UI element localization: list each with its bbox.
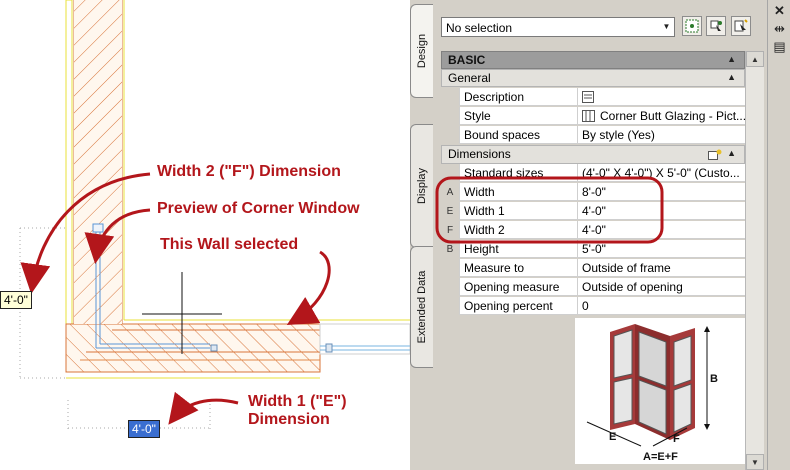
property-letter [441, 164, 459, 183]
palette-title-bar: ✕ ⇹ ▤ [767, 0, 790, 470]
property-label: Measure to [459, 259, 577, 277]
property-value[interactable]: 4'-0" [577, 202, 745, 220]
wall-selected-annotation: This Wall selected [160, 236, 299, 253]
property-label: Width 2 [459, 221, 577, 239]
property-value[interactable]: 5'-0" [577, 240, 745, 258]
select-objects-icon [734, 19, 748, 32]
quick-select-icon [685, 19, 699, 33]
property-value[interactable]: 0 [577, 297, 745, 315]
property-value[interactable]: (4'-0" X 4'-0") X 5'-0" (Custo... [577, 164, 745, 182]
palette-scrollbar[interactable]: ▲ ▼ [745, 51, 764, 470]
dimensions-section-header[interactable]: Dimensions ▲ [441, 145, 745, 164]
property-row-dimension[interactable]: Measure to Outside of frame [441, 259, 745, 278]
collapse-icon: ▲ [727, 54, 736, 64]
properties-menu-icon[interactable]: ▤ [772, 40, 787, 54]
tab-design[interactable]: Design [410, 4, 433, 98]
property-row-dimension[interactable]: E Width 1 4'-0" [441, 202, 745, 221]
property-value[interactable]: By style (Yes) [577, 126, 745, 144]
diagram-label-f: F [673, 433, 680, 445]
property-label: Width [459, 183, 577, 201]
dimensions-section-label: Dimensions [448, 147, 511, 161]
width1-annotation-line1: Width 1 ("E") [248, 393, 347, 410]
quick-select-button[interactable] [682, 16, 702, 36]
dimension-help-icon [708, 149, 722, 160]
selection-dropdown-value: No selection [446, 21, 513, 35]
property-label: Bound spaces [459, 126, 577, 144]
property-row-dimension[interactable]: Standard sizes (4'-0" X 4'-0") X 5'-0" (C… [441, 164, 745, 183]
property-row-dimension[interactable]: A Width 8'-0" [441, 183, 745, 202]
style-icon [582, 110, 595, 122]
diagram-label-e: E [609, 431, 616, 443]
dimension-input-bottom[interactable]: 4'-0" [128, 420, 160, 438]
property-label: Opening measure [459, 278, 577, 296]
description-edit-icon [582, 91, 594, 103]
property-letter [441, 297, 459, 316]
dimension-input-left[interactable]: 4'-0" [0, 291, 32, 309]
scroll-up-arrow[interactable]: ▲ [746, 51, 764, 67]
property-label: Description [459, 88, 577, 106]
close-icon[interactable]: ✕ [772, 4, 787, 18]
chevron-down-icon: ▼ [662, 22, 671, 31]
property-value[interactable]: 4'-0" [577, 221, 745, 239]
property-row-bound-spaces[interactable]: Bound spaces By style (Yes) [441, 126, 745, 145]
property-row-dimension[interactable]: F Width 2 4'-0" [441, 221, 745, 240]
tab-extended-data[interactable]: Extended Data [410, 246, 433, 368]
property-value[interactable]: Outside of frame [577, 259, 745, 277]
collapse-icon: ▲ [727, 148, 736, 158]
property-row-description[interactable]: Description [441, 88, 745, 107]
pick-add-icon [710, 20, 722, 31]
property-value[interactable]: 8'-0" [577, 183, 745, 201]
property-label: Width 1 [459, 202, 577, 220]
corner-window-diagram: B E F A=E+F [586, 324, 718, 463]
property-value[interactable]: Outside of opening [577, 278, 745, 296]
property-letter: F [441, 221, 459, 240]
property-letter [441, 259, 459, 278]
property-value[interactable]: Corner Butt Glazing - Pict... [577, 107, 745, 125]
property-label: Style [459, 107, 577, 125]
property-row-dimension[interactable]: Opening percent 0 [441, 297, 745, 316]
property-label: Opening percent [459, 297, 577, 315]
property-value[interactable] [577, 88, 745, 106]
tab-display[interactable]: Display [410, 124, 433, 248]
screenshot: Width 2 ("F") Dimension Preview of Corne… [0, 0, 790, 470]
property-letter: E [441, 202, 459, 221]
general-section-label: General [448, 71, 491, 85]
collapse-icon: ▲ [727, 72, 736, 82]
scroll-down-arrow[interactable]: ▼ [746, 454, 764, 470]
property-letter [441, 278, 459, 297]
preview-annotation: Preview of Corner Window [157, 200, 360, 217]
property-row-dimension[interactable]: B Height 5'-0" [441, 240, 745, 259]
property-letter: A [441, 183, 459, 202]
width2-annotation: Width 2 ("F") Dimension [157, 163, 341, 180]
property-label: Standard sizes [459, 164, 577, 182]
property-row-dimension[interactable]: Opening measure Outside of opening [441, 278, 745, 297]
diagram-label-b: B [710, 373, 718, 385]
select-objects-button[interactable] [731, 16, 751, 36]
basic-category-header[interactable]: BASIC ▲ [441, 51, 745, 69]
horizontal-wall-selected[interactable] [65, 0, 411, 379]
property-label: Height [459, 240, 577, 258]
property-letter: B [441, 240, 459, 259]
basic-category-label: BASIC [448, 53, 486, 67]
property-row-style[interactable]: Style Corner Butt Glazing - Pict... [441, 107, 745, 126]
general-section-header[interactable]: General ▲ [441, 69, 745, 87]
auto-hide-icon[interactable]: ⇹ [772, 22, 787, 36]
window-diagram-cell: B E F A=E+F [575, 318, 745, 464]
diagram-formula: A=E+F [643, 451, 678, 463]
width1-annotation-line2: Dimension [248, 411, 330, 428]
pick-add-button[interactable] [706, 16, 726, 36]
selection-dropdown[interactable]: No selection ▼ [441, 17, 675, 37]
